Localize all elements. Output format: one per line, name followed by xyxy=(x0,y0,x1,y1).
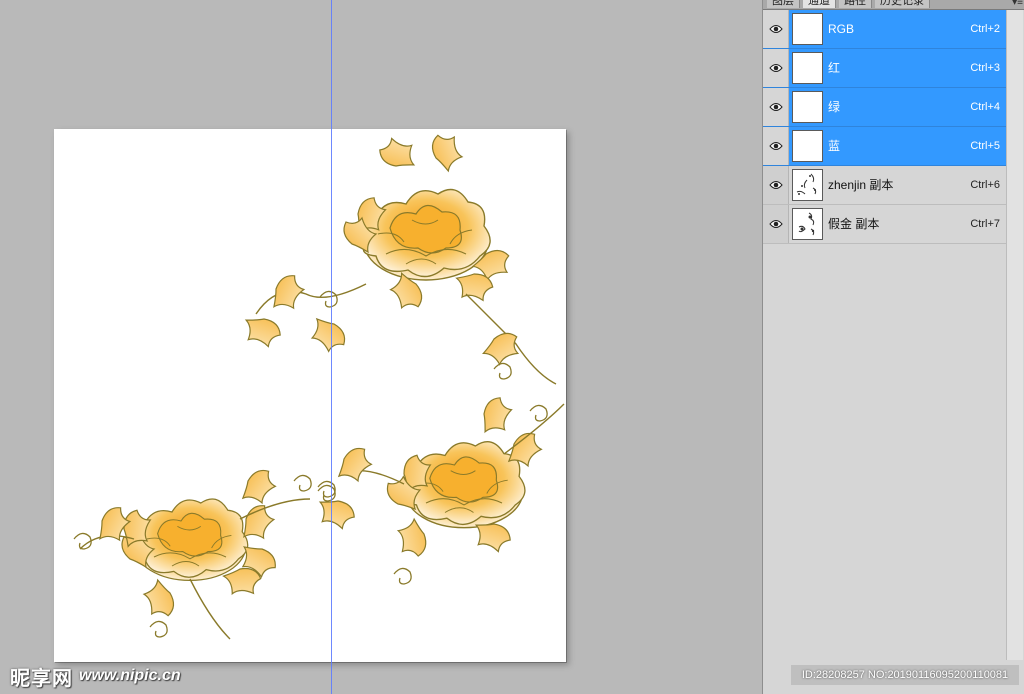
channels-panel: 图层 通道 路径 历史记录 ▾≡ RGB Ctrl+2 红 Ctrl+3 绿 C… xyxy=(762,0,1024,694)
channel-thumbnail xyxy=(792,208,823,240)
channel-thumbnail xyxy=(792,52,823,84)
watermark: 昵享网 www.nipic.cn xyxy=(10,661,181,691)
channel-name: 红 xyxy=(828,61,841,75)
channel-row-fake-gold-copy[interactable]: 假金 副本 Ctrl+7 xyxy=(763,205,1006,244)
eye-icon xyxy=(768,25,783,33)
channel-thumbnail xyxy=(792,13,823,45)
watermark-brand: 昵享网 xyxy=(10,667,73,690)
eye-icon xyxy=(768,103,783,111)
channel-name: 假金 副本 xyxy=(828,217,880,231)
panel-scrollbar[interactable] xyxy=(1006,10,1023,660)
channel-row-red[interactable]: 红 Ctrl+3 xyxy=(763,49,1006,88)
channel-thumbnail xyxy=(792,130,823,162)
peony-artwork xyxy=(73,130,565,640)
channel-shortcut: Ctrl+4 xyxy=(970,101,1000,113)
channel-name: 蓝 xyxy=(828,139,841,153)
channel-shortcut: Ctrl+3 xyxy=(970,62,1000,74)
channel-name: RGB xyxy=(828,22,855,36)
tab-history[interactable]: 历史记录 xyxy=(875,0,930,8)
channel-shortcut: Ctrl+7 xyxy=(970,218,1000,230)
channel-row-green[interactable]: 绿 Ctrl+4 xyxy=(763,88,1006,127)
mask-preview-icon xyxy=(798,212,815,236)
tab-paths[interactable]: 路径 xyxy=(839,0,872,8)
visibility-toggle[interactable] xyxy=(763,166,789,204)
eye-icon xyxy=(768,181,783,189)
channel-shortcut: Ctrl+2 xyxy=(970,23,1000,35)
eye-icon xyxy=(768,142,783,150)
channel-row-blue[interactable]: 蓝 Ctrl+5 xyxy=(763,127,1006,166)
document-workspace[interactable]: 昵享网 www.nipic.cn xyxy=(0,0,762,694)
panel-tabbar: 图层 通道 路径 历史记录 ▾≡ xyxy=(763,0,1024,10)
visibility-toggle[interactable] xyxy=(763,49,789,87)
channel-shortcut: Ctrl+6 xyxy=(970,179,1000,191)
channel-row-rgb[interactable]: RGB Ctrl+2 xyxy=(763,10,1006,49)
document-canvas[interactable] xyxy=(54,129,566,662)
channel-row-zhenjin-copy[interactable]: zhenjin 副本 Ctrl+6 xyxy=(763,166,1006,205)
visibility-toggle[interactable] xyxy=(763,205,789,243)
visibility-toggle[interactable] xyxy=(763,127,789,165)
watermark-url: www.nipic.cn xyxy=(79,667,181,684)
channel-shortcut: Ctrl+5 xyxy=(970,140,1000,152)
channel-name: zhenjin 副本 xyxy=(828,178,894,192)
eye-icon xyxy=(768,64,783,72)
tab-channels[interactable]: 通道 xyxy=(803,0,836,8)
channel-list: RGB Ctrl+2 红 Ctrl+3 绿 Ctrl+4 蓝 Ctrl+5 zh… xyxy=(763,10,1006,244)
watermark-info: ID:28208257 NO:20190116095200110081 xyxy=(791,665,1019,685)
channel-name: 绿 xyxy=(828,100,841,114)
visibility-toggle[interactable] xyxy=(763,10,789,48)
mask-preview-icon xyxy=(796,173,817,195)
vertical-guide[interactable] xyxy=(331,0,332,694)
tab-layers[interactable]: 图层 xyxy=(767,0,800,8)
eye-icon xyxy=(768,220,783,228)
visibility-toggle[interactable] xyxy=(763,88,789,126)
panel-menu-icon[interactable]: ▾≡ xyxy=(1012,0,1023,8)
channel-thumbnail xyxy=(792,169,823,201)
channel-thumbnail xyxy=(792,91,823,123)
